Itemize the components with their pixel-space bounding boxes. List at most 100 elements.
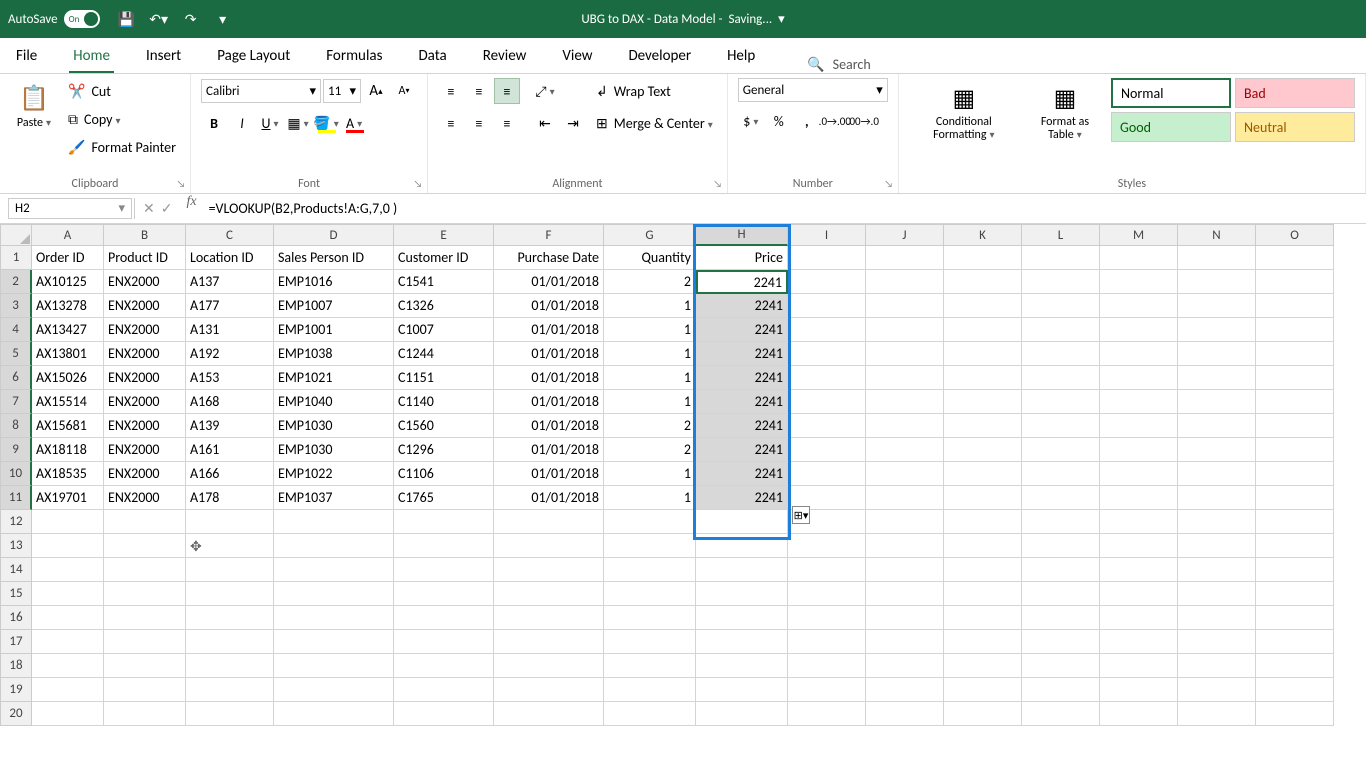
- cell[interactable]: [104, 630, 186, 654]
- cell[interactable]: [866, 534, 944, 558]
- cell[interactable]: [696, 510, 788, 534]
- cell[interactable]: EMP1007: [274, 294, 394, 318]
- enter-icon[interactable]: ✓: [161, 200, 173, 217]
- tab-insert[interactable]: Insert: [142, 41, 185, 73]
- cell[interactable]: [788, 342, 866, 366]
- row-header[interactable]: 16: [0, 606, 32, 630]
- cell[interactable]: [1178, 534, 1256, 558]
- cell[interactable]: [1256, 366, 1334, 390]
- style-normal[interactable]: Normal: [1111, 78, 1231, 108]
- cell[interactable]: [494, 510, 604, 534]
- cell[interactable]: [1178, 270, 1256, 294]
- column-header-D[interactable]: D: [274, 224, 394, 246]
- cell[interactable]: [32, 702, 104, 726]
- spreadsheet-grid[interactable]: ABCDEFGHIJKLMNO 1Order IDProduct IDLocat…: [0, 224, 1366, 726]
- cell[interactable]: [696, 606, 788, 630]
- cell[interactable]: [186, 510, 274, 534]
- cancel-icon[interactable]: ✕: [143, 200, 155, 217]
- cell[interactable]: C1007: [394, 318, 494, 342]
- cell[interactable]: ENX2000: [104, 438, 186, 462]
- cell[interactable]: 1: [604, 318, 696, 342]
- cell[interactable]: [944, 582, 1022, 606]
- cell[interactable]: C1765: [394, 486, 494, 510]
- cell[interactable]: [104, 606, 186, 630]
- cell[interactable]: C1296: [394, 438, 494, 462]
- cell[interactable]: A161: [186, 438, 274, 462]
- cell[interactable]: EMP1030: [274, 414, 394, 438]
- cell[interactable]: 2241: [696, 342, 788, 366]
- cell[interactable]: [186, 678, 274, 702]
- column-header-M[interactable]: M: [1100, 224, 1178, 246]
- cell[interactable]: AX19701: [32, 486, 104, 510]
- cell[interactable]: [1022, 630, 1100, 654]
- tab-review[interactable]: Review: [479, 41, 531, 73]
- cell[interactable]: [104, 510, 186, 534]
- row-header[interactable]: 11: [0, 486, 32, 510]
- cell[interactable]: [104, 654, 186, 678]
- cell[interactable]: A137: [186, 270, 274, 294]
- cell[interactable]: 2: [604, 414, 696, 438]
- cell[interactable]: 1: [604, 294, 696, 318]
- tab-view[interactable]: View: [558, 41, 596, 73]
- cell[interactable]: [1100, 654, 1178, 678]
- cell[interactable]: AX13801: [32, 342, 104, 366]
- cell[interactable]: ENX2000: [104, 366, 186, 390]
- cell[interactable]: EMP1040: [274, 390, 394, 414]
- cell[interactable]: 01/01/2018: [494, 486, 604, 510]
- cell[interactable]: [1100, 462, 1178, 486]
- align-middle-button[interactable]: ≡: [466, 78, 492, 104]
- cell[interactable]: [788, 678, 866, 702]
- row-header[interactable]: 9: [0, 438, 32, 462]
- cell[interactable]: [1100, 390, 1178, 414]
- cell[interactable]: 2241: [696, 414, 788, 438]
- column-header-J[interactable]: J: [866, 224, 944, 246]
- cell[interactable]: 01/01/2018: [494, 294, 604, 318]
- cell[interactable]: [1022, 294, 1100, 318]
- cell[interactable]: [788, 294, 866, 318]
- italic-button[interactable]: I: [229, 110, 255, 136]
- cell[interactable]: [944, 534, 1022, 558]
- cell[interactable]: [696, 534, 788, 558]
- cell[interactable]: Product ID: [104, 246, 186, 270]
- cell[interactable]: [1178, 318, 1256, 342]
- font-color-button[interactable]: A: [341, 110, 367, 136]
- cell[interactable]: [944, 342, 1022, 366]
- cell[interactable]: ENX2000: [104, 414, 186, 438]
- cell[interactable]: [1100, 246, 1178, 270]
- cell[interactable]: ENX2000: [104, 342, 186, 366]
- name-box[interactable]: H2 ▾: [8, 198, 132, 219]
- column-header-O[interactable]: O: [1256, 224, 1334, 246]
- tab-data[interactable]: Data: [414, 41, 450, 73]
- cell[interactable]: [1100, 606, 1178, 630]
- cell[interactable]: [32, 582, 104, 606]
- column-header-I[interactable]: I: [788, 224, 866, 246]
- row-header[interactable]: 19: [0, 678, 32, 702]
- cell[interactable]: [1100, 558, 1178, 582]
- cell[interactable]: [604, 534, 696, 558]
- cell[interactable]: [186, 702, 274, 726]
- cell[interactable]: [866, 270, 944, 294]
- column-header-H[interactable]: H: [696, 224, 788, 246]
- comma-button[interactable]: ,: [794, 108, 820, 134]
- cell[interactable]: ENX2000: [104, 390, 186, 414]
- cell[interactable]: 2241: [696, 438, 788, 462]
- row-header[interactable]: 10: [0, 462, 32, 486]
- cell[interactable]: [1178, 630, 1256, 654]
- align-left-button[interactable]: ≡: [438, 110, 464, 136]
- cell[interactable]: [788, 606, 866, 630]
- cell[interactable]: EMP1022: [274, 462, 394, 486]
- row-header[interactable]: 17: [0, 630, 32, 654]
- cell[interactable]: [1256, 558, 1334, 582]
- cell[interactable]: [944, 606, 1022, 630]
- cell[interactable]: [1256, 486, 1334, 510]
- font-launcher-icon[interactable]: ↘: [411, 177, 425, 191]
- cell[interactable]: [274, 678, 394, 702]
- cell[interactable]: 1: [604, 342, 696, 366]
- cell[interactable]: [944, 318, 1022, 342]
- row-header[interactable]: 2: [0, 270, 32, 294]
- cell[interactable]: [1256, 462, 1334, 486]
- cell[interactable]: EMP1021: [274, 366, 394, 390]
- align-top-button[interactable]: ≡: [438, 78, 464, 104]
- cell[interactable]: [944, 366, 1022, 390]
- cell[interactable]: [866, 510, 944, 534]
